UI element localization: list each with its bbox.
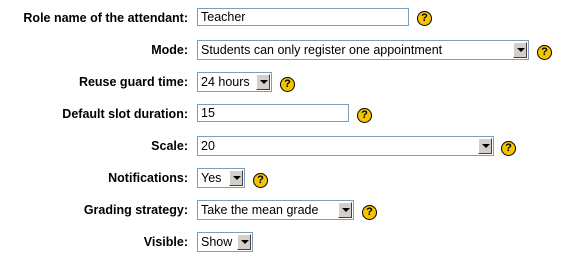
row-slot-duration: Default slot duration: 15 ? — [0, 104, 582, 128]
visible-select-value: Show — [201, 235, 233, 249]
mode-label: Mode: — [151, 43, 188, 57]
chevron-down-icon[interactable] — [513, 42, 527, 58]
help-icon[interactable]: ? — [537, 45, 552, 60]
grading-label: Grading strategy: — [83, 203, 188, 217]
row-role-name: Role name of the attendant: Teacher ? — [0, 8, 582, 32]
role-name-field[interactable]: Teacher — [197, 8, 409, 26]
chevron-down-icon[interactable] — [338, 202, 352, 218]
chevron-down-icon[interactable] — [229, 170, 243, 186]
row-mode: Mode: Students can only register one app… — [0, 40, 582, 64]
row-reuse-guard: Reuse guard time: 24 hours ? — [0, 72, 582, 96]
mode-select[interactable]: Students can only register one appointme… — [197, 40, 529, 60]
row-notifications: Notifications: Yes ? — [0, 168, 582, 192]
reuse-guard-label: Reuse guard time: — [78, 75, 188, 89]
role-name-label: Role name of the attendant: — [23, 11, 188, 25]
notifications-select-value: Yes — [201, 171, 222, 185]
help-icon[interactable]: ? — [357, 108, 372, 123]
chevron-down-icon[interactable] — [237, 234, 251, 250]
help-icon[interactable]: ? — [501, 141, 516, 156]
notifications-select[interactable]: Yes — [197, 168, 245, 188]
slot-duration-label: Default slot duration: — [62, 107, 188, 121]
scale-select[interactable]: 20 — [197, 136, 494, 156]
chevron-down-icon[interactable] — [256, 74, 270, 90]
scale-select-value: 20 — [201, 139, 215, 153]
help-icon[interactable]: ? — [417, 11, 432, 26]
row-grading: Grading strategy: Take the mean grade ? — [0, 200, 582, 224]
visible-label: Visible: — [143, 235, 188, 249]
grading-select[interactable]: Take the mean grade — [197, 200, 354, 220]
help-icon[interactable]: ? — [280, 77, 295, 92]
mode-select-value: Students can only register one appointme… — [201, 43, 443, 57]
reuse-guard-select-value: 24 hours — [201, 75, 250, 89]
help-icon[interactable]: ? — [253, 173, 268, 188]
help-icon[interactable]: ? — [362, 205, 377, 220]
reuse-guard-select[interactable]: 24 hours — [197, 72, 272, 92]
scale-label: Scale: — [151, 139, 188, 153]
row-scale: Scale: 20 ? — [0, 136, 582, 160]
visible-select[interactable]: Show — [197, 232, 253, 252]
notifications-label: Notifications: — [108, 171, 188, 185]
row-visible: Visible: Show — [0, 232, 582, 256]
chevron-down-icon[interactable] — [478, 138, 492, 154]
slot-duration-field[interactable]: 15 — [197, 104, 349, 122]
grading-select-value: Take the mean grade — [201, 203, 319, 217]
